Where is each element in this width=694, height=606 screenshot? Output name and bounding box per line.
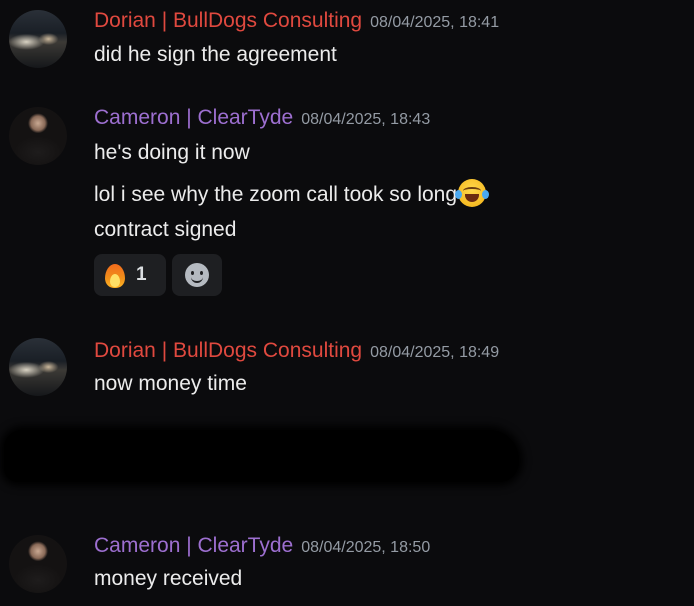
add-reaction-button[interactable] — [172, 254, 222, 296]
message-header: Dorian | BullDogs Consulting 08/04/2025, … — [94, 9, 499, 33]
message-text: lol i see why the zoom call took so long — [94, 183, 458, 206]
username[interactable]: Dorian | BullDogs Consulting — [94, 339, 362, 362]
username[interactable]: Cameron | ClearTyde — [94, 106, 293, 129]
message-text-with-emoji: lol i see why the zoom call took so long — [94, 179, 490, 207]
message-header: Cameron | ClearTyde 08/04/2025, 18:50 — [94, 534, 430, 558]
username[interactable]: Dorian | BullDogs Consulting — [94, 9, 362, 32]
message-text: did he sign the agreement — [94, 43, 337, 66]
message-header: Dorian | BullDogs Consulting 08/04/2025, … — [94, 339, 499, 363]
chat-log: Dorian | BullDogs Consulting 08/04/2025, … — [0, 0, 694, 606]
fire-icon — [104, 262, 126, 288]
avatar[interactable] — [9, 107, 67, 165]
add-reaction-icon — [185, 263, 209, 287]
reaction-fire[interactable]: 1 — [94, 254, 166, 296]
message-text: he's doing it now — [94, 141, 250, 164]
message-text: money received — [94, 567, 243, 590]
avatar[interactable] — [9, 10, 67, 68]
username[interactable]: Cameron | ClearTyde — [94, 534, 293, 557]
message-text: now money time — [94, 372, 247, 395]
laughing-tears-emoji-icon — [455, 179, 490, 207]
message-header: Cameron | ClearTyde 08/04/2025, 18:43 — [94, 106, 430, 130]
reactions-bar: 1 — [94, 254, 222, 296]
timestamp: 08/04/2025, 18:50 — [301, 539, 431, 556]
timestamp: 08/04/2025, 18:43 — [301, 111, 431, 128]
reaction-count: 1 — [136, 264, 147, 285]
avatar[interactable] — [9, 535, 67, 593]
timestamp: 08/04/2025, 18:49 — [370, 344, 500, 361]
avatar[interactable] — [9, 338, 67, 396]
timestamp: 08/04/2025, 18:41 — [370, 14, 500, 31]
redacted-region — [4, 430, 519, 482]
message-text: contract signed — [94, 218, 237, 241]
